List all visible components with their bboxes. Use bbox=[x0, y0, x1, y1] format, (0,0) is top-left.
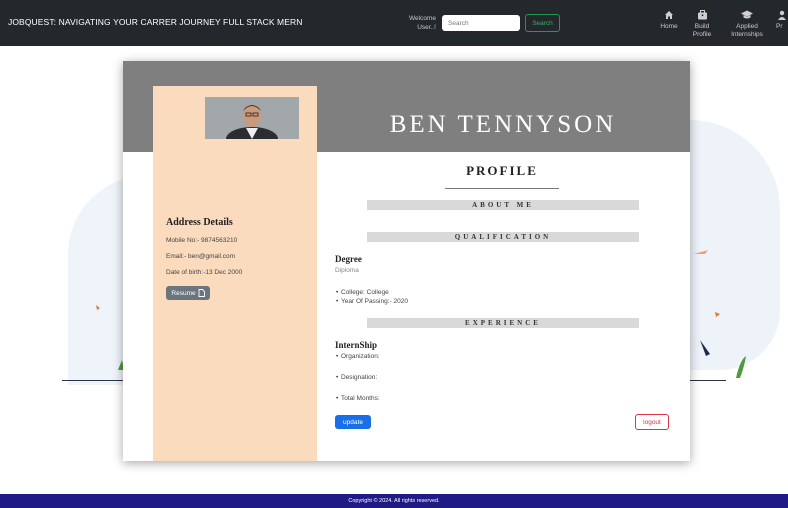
year-of-passing-item: Year Of Passing:- 2020 bbox=[336, 298, 408, 305]
footer: Copyright © 2024. All rights reserved. bbox=[0, 494, 788, 508]
profile-heading: PROFILE bbox=[466, 163, 538, 178]
update-button[interactable]: update bbox=[335, 415, 371, 429]
profile-photo bbox=[205, 97, 299, 139]
mobile-number: Mobile No:- 9874563210 bbox=[166, 237, 238, 244]
logout-button[interactable]: logout bbox=[635, 414, 669, 430]
resume-card: BEN TENNYSON Address Details Mobile No:-… bbox=[123, 61, 690, 461]
degree-value: Diploma bbox=[335, 267, 359, 274]
profile-underline bbox=[445, 188, 559, 189]
organization-item: Organization: bbox=[336, 353, 380, 360]
designation-item: Designation: bbox=[336, 374, 377, 381]
college-item: College: College bbox=[336, 289, 389, 296]
about-me-heading: ABOUT ME bbox=[367, 200, 639, 210]
qualification-heading: QUALIFICATION bbox=[367, 232, 639, 242]
total-months-item: Total Months: bbox=[336, 395, 380, 402]
experience-heading: EXPERIENCE bbox=[367, 318, 639, 328]
date-of-birth: Date of birth:-13 Dec 2000 bbox=[166, 269, 243, 276]
degree-heading: Degree bbox=[335, 254, 362, 264]
document-icon bbox=[198, 289, 205, 297]
resume-button[interactable]: Resume bbox=[166, 286, 210, 300]
internship-heading: InternShip bbox=[335, 340, 378, 350]
candidate-name: BEN TENNYSON bbox=[389, 111, 617, 138]
address-details-heading: Address Details bbox=[166, 217, 233, 228]
resume-button-label: Resume bbox=[171, 289, 196, 297]
copyright-text: Copyright © 2024. All rights reserved. bbox=[348, 498, 440, 504]
email-address: Email:- ben@gmail.com bbox=[166, 253, 236, 260]
